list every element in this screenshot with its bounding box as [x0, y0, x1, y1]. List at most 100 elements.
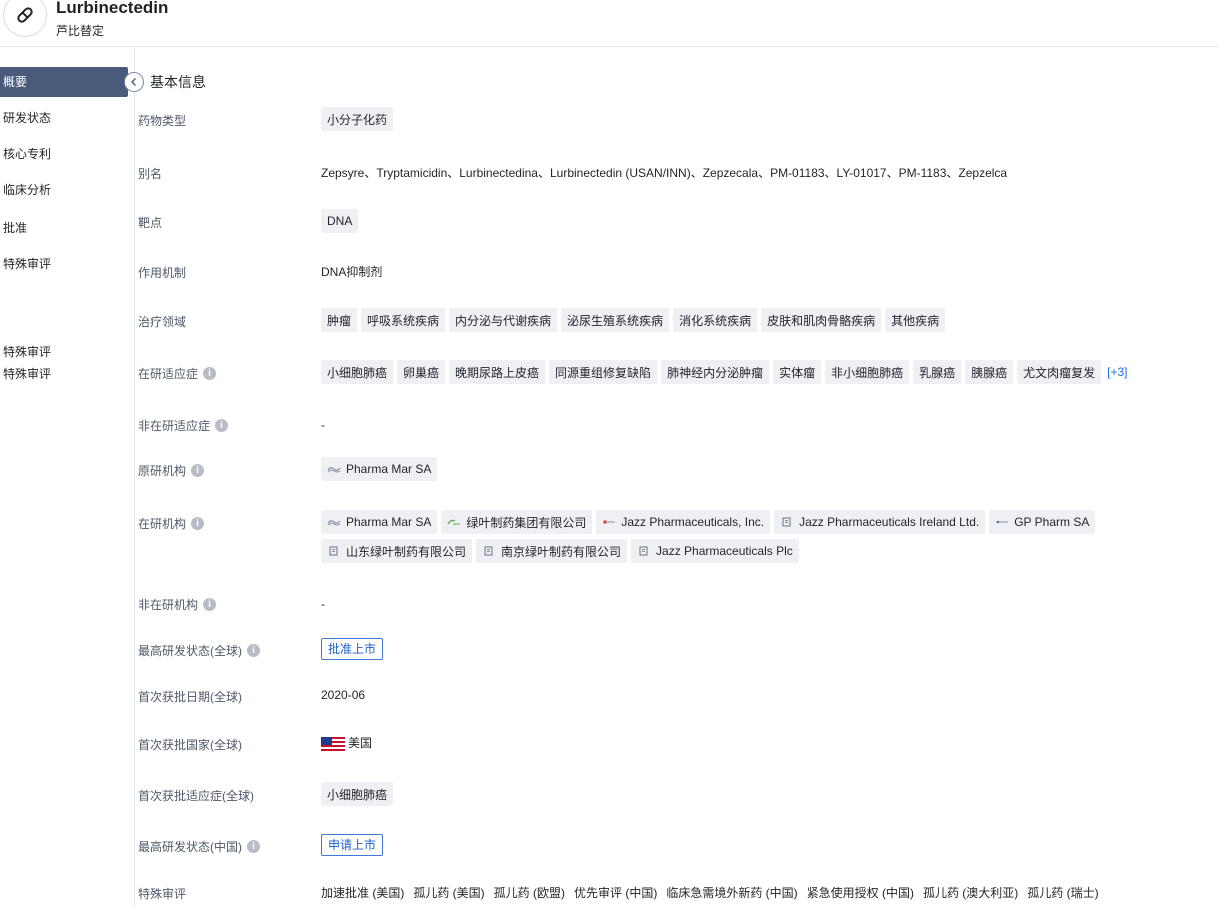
- indication-tag[interactable]: 乳腺癌: [913, 360, 962, 384]
- org-tag[interactable]: Pharma Mar SA: [321, 457, 438, 481]
- collapse-sidebar-button[interactable]: [124, 72, 144, 92]
- org-tag[interactable]: 南京绿叶制药有限公司: [476, 539, 628, 563]
- field-highest-phase-global: 最高研发状态(全球) i 批准上市: [138, 638, 1218, 662]
- therapeutic-area-tag[interactable]: 其他疾病: [885, 308, 946, 332]
- field-label: 别名: [138, 167, 163, 181]
- building-icon: [484, 546, 493, 556]
- field-therapeutic-area: 治疗领域 肿瘤 呼吸系统疾病 内分泌与代谢疾病 泌尿生殖系统疾病 消化系统疾病 …: [138, 308, 1218, 332]
- field-first-approval-indication: 首次获批适应症(全球) 小细胞肺癌: [138, 782, 1218, 806]
- field-label-text: 非在研机构: [138, 598, 199, 612]
- field-label-text: 在研机构: [138, 517, 187, 531]
- indication-tag[interactable]: 胰腺癌: [965, 360, 1014, 384]
- pharma-mar-logo-icon: [327, 467, 341, 473]
- field-label: 特殊审评: [138, 887, 187, 901]
- org-name: Pharma Mar SA: [346, 515, 432, 529]
- mechanism-value: DNA抑制剂: [321, 265, 383, 279]
- info-icon[interactable]: i: [215, 419, 229, 432]
- therapeutic-area-tag[interactable]: 内分泌与代谢疾病: [449, 308, 558, 332]
- therapeutic-area-tag[interactable]: 皮肤和肌肉骨骼疾病: [761, 308, 882, 332]
- special-review-item[interactable]: 孤儿药 (瑞士): [1027, 884, 1098, 901]
- target-tag[interactable]: DNA: [321, 209, 359, 233]
- indication-tag[interactable]: 小细胞肺癌: [321, 360, 394, 384]
- field-label: 靶点: [138, 216, 163, 230]
- drug-type-tag[interactable]: 小分子化药: [321, 107, 394, 131]
- indication-tag[interactable]: 尤文肉瘤复发: [1017, 360, 1102, 384]
- field-drug-type: 药物类型 小分子化药: [138, 107, 1218, 131]
- field-label: 首次获批国家(全球): [138, 738, 242, 752]
- org-name: Pharma Mar SA: [346, 462, 432, 476]
- org-name: 绿叶制药集团有限公司: [466, 515, 587, 530]
- field-label-text: 非在研适应症: [138, 419, 211, 433]
- org-tag[interactable]: Jazz Pharmaceuticals Ireland Ltd.: [774, 510, 986, 534]
- therapeutic-area-tag[interactable]: 泌尿生殖系统疾病: [561, 308, 670, 332]
- field-label-text: 原研机构: [138, 464, 187, 478]
- gp-pharm-logo-icon: [996, 520, 1009, 524]
- first-approval-date-value: 2020-06: [321, 688, 366, 702]
- indication-tag[interactable]: 卵巢癌: [397, 360, 446, 384]
- indication-tag[interactable]: 实体瘤: [773, 360, 822, 384]
- indication-tag[interactable]: 肺神经内分泌肿瘤: [661, 360, 770, 384]
- therapeutic-area-tag[interactable]: 消化系统疾病: [673, 308, 758, 332]
- org-name: GP Pharm SA: [1014, 515, 1090, 529]
- section-title: 基本信息: [150, 74, 206, 90]
- org-tag[interactable]: 山东绿叶制药有限公司: [321, 539, 473, 563]
- chevron-left-icon: [131, 78, 136, 86]
- building-icon: [782, 517, 791, 527]
- org-tag[interactable]: GP Pharm SA: [989, 510, 1096, 534]
- sidebar-item-clinical-analysis[interactable]: 临床分析: [0, 176, 134, 204]
- more-indications-link[interactable]: [+3]: [1107, 360, 1127, 384]
- indication-tag[interactable]: 同源重组修复缺陷: [549, 360, 658, 384]
- org-tag[interactable]: Jazz Pharmaceuticals, Inc.: [596, 510, 771, 534]
- therapeutic-area-tag[interactable]: 呼吸系统疾病: [361, 308, 446, 332]
- sidebar-item-special-review[interactable]: 特殊审评: [0, 250, 134, 278]
- field-label: 首次获批适应症(全球): [138, 789, 254, 803]
- info-icon[interactable]: i: [203, 598, 217, 611]
- special-review-item[interactable]: 加速批准 (美国): [321, 884, 404, 901]
- field-target: 靶点 DNA: [138, 209, 1218, 233]
- field-first-approval-date: 首次获批日期(全球) 2020-06: [138, 686, 1218, 704]
- pharma-mar-logo-icon: [327, 520, 341, 526]
- field-originator: 原研机构 i Pharma Mar SA: [138, 457, 1218, 481]
- org-name: 山东绿叶制药有限公司: [346, 544, 467, 559]
- field-label: 作用机制: [138, 266, 187, 280]
- field-inactive-indication: 非在研适应症 i -: [138, 417, 1218, 435]
- org-tag[interactable]: Pharma Mar SA: [321, 510, 438, 534]
- org-name: Jazz Pharmaceuticals Plc: [656, 544, 793, 558]
- special-review-item[interactable]: 孤儿药 (美国): [413, 884, 484, 901]
- field-label: 非在研机构 i: [138, 596, 217, 613]
- field-mechanism: 作用机制 DNA抑制剂: [138, 262, 1218, 280]
- org-tag[interactable]: Jazz Pharmaceuticals Plc: [631, 539, 799, 563]
- sidebar-item-special-review-3[interactable]: 特殊审评: [0, 364, 134, 384]
- field-inactive-orgs: 非在研机构 i -: [138, 596, 1218, 614]
- first-indication-tag[interactable]: 小细胞肺癌: [321, 782, 394, 806]
- therapeutic-area-tag[interactable]: 肿瘤: [321, 308, 358, 332]
- field-label: 非在研适应症 i: [138, 417, 229, 434]
- indication-tag[interactable]: 晚期尿路上皮癌: [449, 360, 546, 384]
- info-icon[interactable]: i: [247, 644, 260, 657]
- field-label: 治疗领域: [138, 315, 187, 329]
- special-review-item[interactable]: 紧急使用授权 (中国): [807, 884, 914, 901]
- info-icon[interactable]: i: [191, 464, 205, 477]
- info-icon[interactable]: i: [191, 517, 205, 530]
- sidebar-item-overview[interactable]: 概要: [0, 67, 128, 97]
- field-label-text: 最高研发状态(全球): [138, 644, 242, 658]
- phase-status-badge: 申请上市: [321, 834, 384, 856]
- info-icon[interactable]: i: [247, 840, 260, 853]
- org-name: Jazz Pharmaceuticals Ireland Ltd.: [799, 515, 980, 529]
- special-review-item[interactable]: 临床急需境外新药 (中国): [666, 884, 797, 901]
- sidebar-item-rd-status[interactable]: 研发状态: [0, 104, 134, 132]
- sidebar-item-special-review-2[interactable]: 特殊审评: [0, 342, 134, 362]
- field-highest-phase-china: 最高研发状态(中国) i 申请上市: [138, 834, 1218, 858]
- field-active-indication: 在研适应症 i 小细胞肺癌 卵巢癌 晚期尿路上皮癌 同源重组修复缺陷 肺神经内分…: [138, 360, 1218, 384]
- org-tag[interactable]: 绿叶制药集团有限公司: [441, 510, 593, 534]
- building-icon: [329, 546, 338, 556]
- info-icon[interactable]: i: [203, 367, 217, 380]
- sidebar-item-approval[interactable]: 批准: [0, 214, 134, 242]
- special-review-item[interactable]: 孤儿药 (欧盟): [494, 884, 565, 901]
- page-header: Lurbinectedin 芦比替定: [0, 0, 1218, 47]
- sidebar-item-core-patent[interactable]: 核心专利: [0, 140, 134, 168]
- special-review-item[interactable]: 优先审评 (中国): [574, 884, 657, 901]
- field-label: 在研适应症 i: [138, 365, 217, 382]
- indication-tag[interactable]: 非小细胞肺癌: [825, 360, 910, 384]
- special-review-item[interactable]: 孤儿药 (澳大利亚): [923, 884, 1018, 901]
